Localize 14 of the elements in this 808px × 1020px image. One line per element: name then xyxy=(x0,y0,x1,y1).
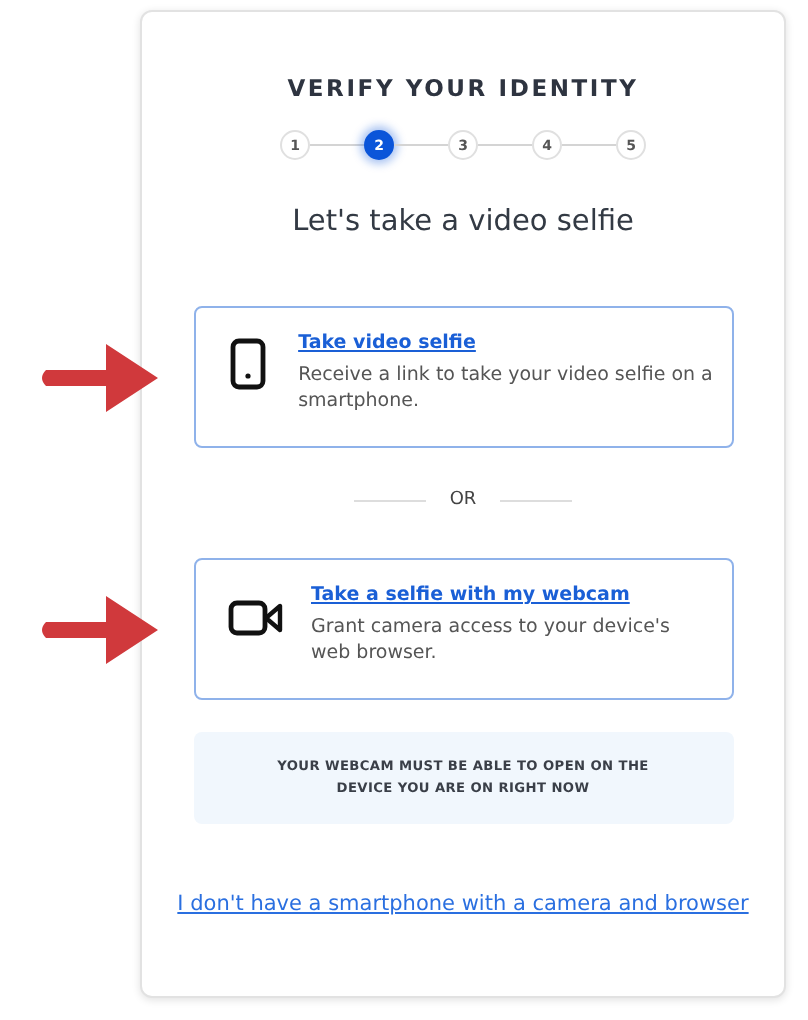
option-description: Receive a link to take your video selfie on a smartphone. xyxy=(298,364,715,416)
or-divider-text: OR xyxy=(449,490,477,510)
footer-link[interactable]: I don't have a smartphone with a camera and browser xyxy=(177,892,749,917)
option-link[interactable]: Take a selfie with my webcam xyxy=(311,584,715,606)
section-heading: Let's take a video selfie xyxy=(292,206,634,238)
page-title: VERIFY YOUR IDENTITY xyxy=(287,74,639,102)
arrow-icon xyxy=(37,338,161,418)
smartphone-icon xyxy=(230,338,267,390)
option-description: Grant camera access to your device's web browser. xyxy=(311,616,672,668)
option-link[interactable]: Take video selfie xyxy=(298,332,715,354)
video-camera-icon xyxy=(227,600,283,636)
option-card[interactable]: Take a selfie with my webcam Grant camera access to your device's web browser. xyxy=(193,558,733,700)
arrow-icon xyxy=(37,590,161,670)
option-card[interactable]: Take video selfie Receive a link to take your video selfie on a smartphone. xyxy=(193,306,733,448)
